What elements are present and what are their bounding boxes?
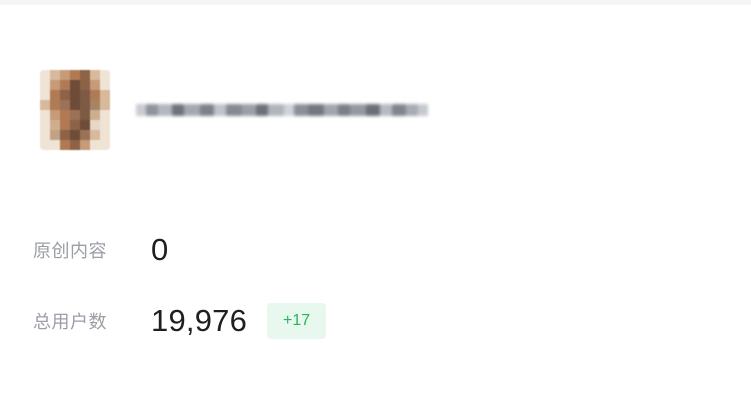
avatar-pixel — [60, 130, 70, 140]
avatar-pixel — [50, 80, 60, 90]
avatar-pixel — [90, 100, 100, 110]
avatar-pixel — [100, 80, 110, 90]
avatar-pixel — [100, 130, 110, 140]
avatar-pixel — [90, 120, 100, 130]
avatar-pixel — [40, 130, 50, 140]
name-blur-block — [172, 104, 184, 116]
avatar-pixel — [50, 140, 60, 150]
name-blur-block — [406, 104, 418, 116]
name-blur-block — [136, 104, 146, 116]
avatar-pixel — [40, 110, 50, 120]
name-blur-block — [146, 104, 158, 116]
stat-original-content: 原创内容 0 — [33, 230, 168, 270]
stat-value-original-content: 0 — [151, 232, 169, 267]
name-blur-block — [214, 104, 226, 116]
avatar-pixel — [40, 90, 50, 100]
name-blur-block — [284, 104, 294, 116]
name-blur-block — [200, 104, 214, 116]
name-blur-block — [268, 104, 284, 116]
avatar-pixel — [70, 120, 80, 130]
avatar-pixel — [50, 130, 60, 140]
delta-badge: +17 — [267, 303, 327, 339]
avatar-pixel — [70, 130, 80, 140]
avatar-pixel — [90, 90, 100, 100]
avatar-pixel — [80, 140, 90, 150]
stat-label-total-users: 总用户数 — [33, 312, 107, 333]
avatar-pixel — [100, 100, 110, 110]
name-blur-block — [338, 104, 350, 116]
avatar-pixel — [80, 130, 90, 140]
avatar-pixel — [90, 70, 100, 80]
avatar-pixel — [90, 140, 100, 150]
avatar-pixel — [60, 70, 70, 80]
avatar-pixel — [100, 70, 110, 80]
avatar-pixel — [40, 120, 50, 130]
avatar-pixel — [100, 110, 110, 120]
name-blur-block — [242, 104, 256, 116]
avatar-pixel — [80, 100, 90, 110]
avatar-pixel — [80, 120, 90, 130]
name-blur-block — [324, 104, 338, 116]
avatar-pixel — [100, 120, 110, 130]
stat-value-total-users: 19,976 — [151, 303, 248, 338]
avatar-pixel — [50, 70, 60, 80]
avatar-pixel — [60, 120, 70, 130]
name-blur-block — [158, 104, 172, 116]
avatar-pixel — [80, 70, 90, 80]
avatar-pixel — [90, 110, 100, 120]
avatar-pixel — [90, 80, 100, 90]
stat-total-users: 总用户数 19,976 +17 — [33, 301, 327, 341]
name-blur-block — [366, 104, 380, 116]
name-blur-block — [308, 104, 324, 116]
avatar-pixel — [70, 100, 80, 110]
avatar-pixel — [40, 140, 50, 150]
stat-label-original-content: 原创内容 — [33, 241, 107, 262]
avatar-pixel — [70, 90, 80, 100]
avatar-pixel — [60, 140, 70, 150]
avatar-pixel — [60, 100, 70, 110]
avatar-pixel — [50, 90, 60, 100]
name-blur-block — [392, 104, 406, 116]
avatar-pixel — [60, 90, 70, 100]
account-name-blurred[interactable] — [136, 97, 446, 123]
top-divider — [0, 0, 751, 5]
avatar-pixel — [70, 80, 80, 90]
name-blur-block — [226, 104, 242, 116]
name-blur-block — [184, 104, 200, 116]
name-blur-block — [256, 104, 268, 116]
avatar-pixel — [80, 110, 90, 120]
avatar-pixel — [70, 70, 80, 80]
name-blur-block — [294, 104, 308, 116]
avatar-pixel — [70, 110, 80, 120]
avatar-pixel — [50, 110, 60, 120]
avatar[interactable] — [40, 70, 110, 150]
avatar-pixel — [60, 80, 70, 90]
avatar-pixel — [40, 70, 50, 80]
avatar-pixel — [50, 120, 60, 130]
avatar-pixel — [100, 140, 110, 150]
avatar-pixel — [60, 110, 70, 120]
avatar-pixel — [100, 90, 110, 100]
avatar-pixel — [40, 100, 50, 110]
avatar-pixel — [80, 90, 90, 100]
name-blur-block — [380, 104, 392, 116]
avatar-pixel — [90, 130, 100, 140]
name-blur-block — [418, 104, 428, 116]
avatar-pixel — [40, 80, 50, 90]
avatar-pixel — [80, 80, 90, 90]
name-blur-block — [350, 104, 366, 116]
avatar-pixel — [70, 140, 80, 150]
avatar-pixel — [50, 100, 60, 110]
